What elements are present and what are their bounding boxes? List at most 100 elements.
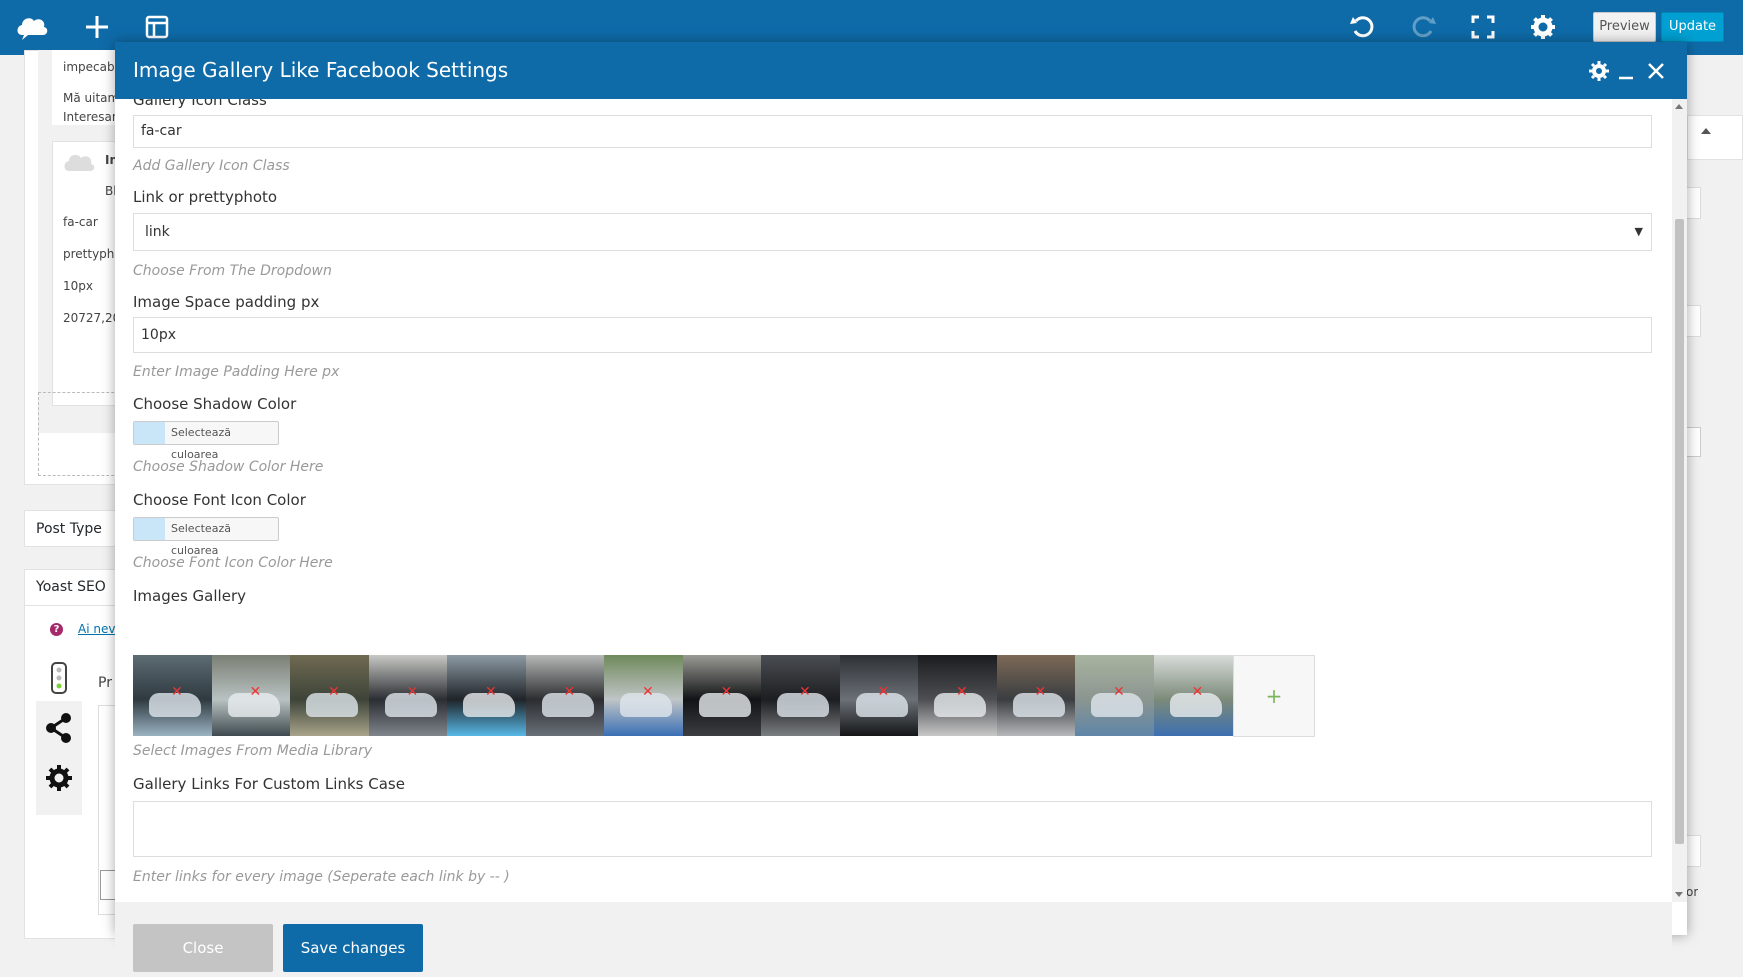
remove-image-icon[interactable]: ✕ — [171, 685, 183, 699]
remove-image-icon[interactable]: ✕ — [328, 685, 340, 699]
share-icon[interactable] — [36, 705, 82, 751]
remove-image-icon[interactable]: ✕ — [250, 685, 262, 699]
update-button[interactable]: Update — [1661, 12, 1724, 42]
help-icon: ? — [50, 623, 63, 636]
save-changes-button[interactable]: Save changes — [283, 924, 423, 972]
scroll-down-arrow-icon[interactable] — [1675, 892, 1683, 897]
background-text: 20727,20 — [63, 311, 115, 325]
yoast-link[interactable]: Ai nev — [78, 622, 118, 636]
gallery-icon-class-label: Gallery Icon Class — [133, 99, 267, 109]
background-editor-right: or — [1686, 55, 1743, 935]
link-or-prettyphoto-help: Choose From The Dropdown — [133, 263, 332, 279]
plus-icon[interactable] — [79, 9, 115, 45]
modal-footer: Close Save changes — [115, 902, 1672, 977]
gallery-thumbnail[interactable]: ✕ — [604, 655, 685, 736]
background-dropzone — [38, 392, 119, 476]
minimize-icon[interactable] — [1615, 59, 1639, 83]
gallery-thumbnail[interactable]: ✕ — [133, 655, 214, 736]
gallery-thumbnail[interactable]: ✕ — [290, 655, 371, 736]
yoast-seo-label: Yoast SEO — [36, 579, 106, 595]
images-gallery: ✕ ✕ ✕ ✕ ✕ ✕ ✕ ✕ ✕ ✕ ✕ ✕ ✕ ✕ + — [133, 655, 1433, 737]
background-text: fa-car — [63, 215, 98, 229]
gallery-links-label: Gallery Links For Custom Links Case — [133, 775, 405, 793]
remove-image-icon[interactable]: ✕ — [721, 685, 733, 699]
background-panel — [1687, 115, 1743, 160]
background-comment-box — [52, 141, 119, 406]
selected-option: link — [145, 224, 170, 240]
remove-image-icon[interactable]: ✕ — [564, 685, 576, 699]
modal-header: Image Gallery Like Facebook Settings — [115, 42, 1687, 99]
close-button[interactable]: Close — [133, 924, 273, 972]
traffic-light-icon[interactable] — [36, 655, 82, 701]
remove-image-icon[interactable]: ✕ — [407, 685, 419, 699]
shadow-color-button[interactable]: Selectează culoarea — [133, 421, 279, 461]
gallery-icon-class-help: Add Gallery Icon Class — [133, 158, 290, 174]
background-text: impecabi — [63, 60, 115, 74]
undo-icon[interactable] — [1345, 9, 1381, 45]
settings-modal: Image Gallery Like Facebook Settings Gal… — [115, 42, 1687, 977]
background-editor-left: impecabi Mă uitam Interesan In Bl fa-car… — [0, 50, 119, 939]
gallery-thumbnail[interactable]: ✕ — [211, 655, 293, 736]
scroll-up-arrow-icon[interactable] — [1675, 104, 1683, 109]
add-image-button[interactable]: + — [1233, 655, 1315, 737]
divider — [24, 605, 119, 606]
cloud-logo-icon[interactable] — [14, 9, 50, 45]
images-gallery-help: Select Images From Media Library — [133, 743, 373, 759]
gallery-thumbnail[interactable]: ✕ — [447, 655, 528, 736]
remove-image-icon[interactable]: ✕ — [1192, 685, 1204, 699]
remove-image-icon[interactable]: ✕ — [1035, 685, 1047, 699]
image-padding-input[interactable]: 10px — [133, 317, 1652, 353]
remove-image-icon[interactable]: ✕ — [642, 685, 654, 699]
close-icon[interactable] — [1644, 59, 1668, 83]
gear-icon[interactable] — [1587, 59, 1611, 83]
chevron-up-icon[interactable] — [1701, 128, 1711, 134]
cloud-icon — [64, 154, 95, 171]
remove-image-icon[interactable]: ✕ — [878, 685, 890, 699]
background-select — [1686, 427, 1701, 457]
gallery-thumbnail[interactable]: ✕ — [1075, 655, 1156, 736]
post-type-label: Post Type — [36, 521, 102, 537]
image-padding-label: Image Space padding px — [133, 293, 320, 311]
font-icon-color-label: Choose Font Icon Color — [133, 491, 306, 509]
remove-image-icon[interactable]: ✕ — [1113, 685, 1125, 699]
gallery-thumbnail[interactable]: ✕ — [682, 655, 764, 736]
background-text: 10px — [63, 279, 93, 293]
link-or-prettyphoto-select[interactable]: link ▼ — [133, 213, 1652, 251]
modal-body: Gallery Icon Class fa-car Add Gallery Ic… — [115, 99, 1672, 902]
gallery-thumbnail[interactable]: ✕ — [1153, 655, 1235, 736]
gallery-thumbnail[interactable]: ✕ — [996, 655, 1078, 736]
background-input — [1686, 187, 1701, 219]
remove-image-icon[interactable]: ✕ — [956, 685, 968, 699]
gallery-thumbnail[interactable]: ✕ — [761, 655, 842, 736]
gear-icon[interactable] — [1525, 9, 1561, 45]
settings-icon[interactable] — [36, 755, 82, 801]
gallery-thumbnail[interactable]: ✕ — [525, 655, 607, 736]
shadow-color-label: Choose Shadow Color — [133, 395, 297, 413]
font-icon-color-button[interactable]: Selectează culoarea — [133, 517, 279, 557]
gallery-icon-class-input[interactable]: fa-car — [133, 115, 1652, 148]
remove-image-icon[interactable]: ✕ — [799, 685, 811, 699]
fullscreen-icon[interactable] — [1465, 9, 1501, 45]
background-input — [1686, 305, 1701, 337]
link-or-prettyphoto-label: Link or prettyphoto — [133, 188, 278, 206]
scrollbar-thumb[interactable] — [1675, 219, 1684, 844]
images-gallery-label: Images Gallery — [133, 587, 246, 605]
background-input — [1686, 835, 1701, 867]
modal-scrollbar[interactable] — [1672, 99, 1687, 902]
modal-title: Image Gallery Like Facebook Settings — [133, 58, 509, 82]
gallery-thumbnail[interactable]: ✕ — [839, 655, 921, 736]
shadow-color-help: Choose Shadow Color Here — [133, 459, 324, 475]
background-text: Mă uitam — [63, 91, 115, 105]
remove-image-icon[interactable]: ✕ — [485, 685, 497, 699]
font-icon-color-help: Choose Font Icon Color Here — [133, 555, 333, 571]
chevron-down-icon: ▼ — [1634, 225, 1643, 238]
layout-icon[interactable] — [139, 9, 175, 45]
redo-icon[interactable] — [1405, 9, 1441, 45]
gallery-thumbnail[interactable]: ✕ — [918, 655, 999, 736]
font-icon-color-swatch — [134, 518, 165, 540]
gallery-thumbnail[interactable]: ✕ — [368, 655, 450, 736]
preview-button[interactable]: Preview — [1593, 12, 1656, 42]
background-text: Pr — [98, 675, 112, 691]
image-padding-help: Enter Image Padding Here px — [133, 364, 340, 380]
gallery-links-textarea[interactable] — [133, 801, 1652, 857]
